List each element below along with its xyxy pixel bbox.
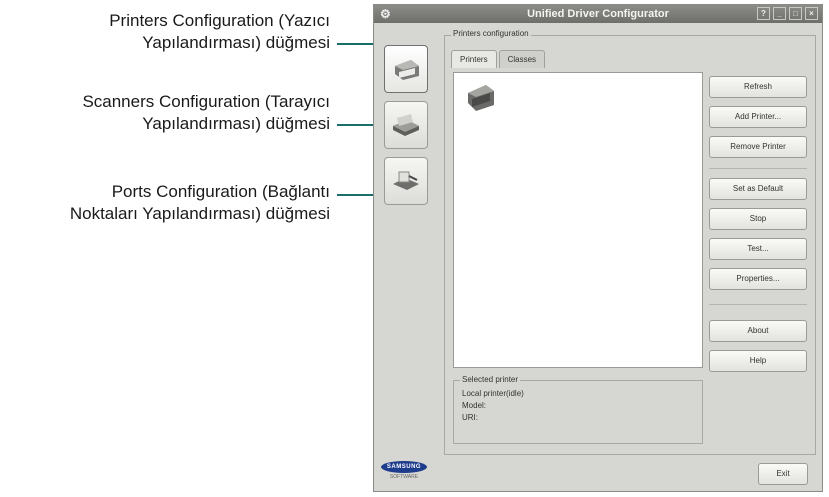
tab-printers[interactable]: Printers xyxy=(451,50,497,68)
remove-printer-button[interactable]: Remove Printer xyxy=(709,136,807,158)
maximize-button[interactable]: □ xyxy=(789,7,802,20)
tab-bar: Printers Classes xyxy=(451,50,547,68)
minimize-button[interactable]: _ xyxy=(773,7,786,20)
help-button[interactable]: Help xyxy=(709,350,807,372)
add-printer-button[interactable]: Add Printer... xyxy=(709,106,807,128)
annotation-scanners-line1: Scanners Configuration (Tarayıcı xyxy=(82,92,330,111)
printer-icon xyxy=(395,60,419,80)
divider xyxy=(709,168,807,169)
annotation-printers-line1: Printers Configuration (Yazıcı xyxy=(109,11,330,30)
about-button[interactable]: About xyxy=(709,320,807,342)
scanners-configuration-button[interactable] xyxy=(384,101,428,149)
selected-printer-label: Selected printer xyxy=(460,375,521,384)
brand-sub: SOFTWARE xyxy=(389,474,419,480)
annotation-ports: Ports Configuration (Bağlantı Noktaları … xyxy=(0,181,330,225)
annotation-printers-line2: Yapılandırması) düğmesi xyxy=(142,33,330,52)
selected-printer-status: Local printer(idle) xyxy=(462,389,524,398)
stop-button[interactable]: Stop xyxy=(709,208,807,230)
close-button[interactable]: × xyxy=(805,7,818,20)
window-title: Unified Driver Configurator xyxy=(527,8,669,20)
annotation-printers: Printers Configuration (Yazıcı Yapılandı… xyxy=(0,10,330,54)
properties-button[interactable]: Properties... xyxy=(709,268,807,290)
refresh-button[interactable]: Refresh xyxy=(709,76,807,98)
annotation-ports-line1: Ports Configuration (Bağlantı xyxy=(111,182,330,201)
printer-item-icon[interactable] xyxy=(464,81,498,115)
divider xyxy=(709,304,807,305)
selected-printer-uri: URI: xyxy=(462,413,478,422)
samsung-logo: SAMSUNG SOFTWARE xyxy=(378,461,430,480)
port-icon xyxy=(393,171,419,190)
exit-button[interactable]: Exit xyxy=(758,463,808,485)
left-panel xyxy=(380,35,438,455)
test-button[interactable]: Test... xyxy=(709,238,807,260)
selected-printer-model: Model: xyxy=(462,401,487,410)
tab-classes[interactable]: Classes xyxy=(498,50,546,68)
title-bar[interactable]: ⚙ Unified Driver Configurator ? _ □ × xyxy=(374,5,822,23)
annotation-scanners: Scanners Configuration (Tarayıcı Yapılan… xyxy=(0,91,330,135)
group-label: Printers configuration xyxy=(451,29,531,38)
configurator-window: ⚙ Unified Driver Configurator ? _ □ × SA… xyxy=(373,4,823,492)
ports-configuration-button[interactable] xyxy=(384,157,428,205)
brand-logo: SAMSUNG xyxy=(381,461,427,473)
window-controls: ? _ □ × xyxy=(757,7,818,20)
printer-list[interactable] xyxy=(453,72,703,368)
annotation-scanners-line2: Yapılandırması) düğmesi xyxy=(142,114,330,133)
annotation-ports-line2: Noktaları Yapılandırması) düğmesi xyxy=(69,204,330,223)
help-window-button[interactable]: ? xyxy=(757,7,770,20)
selected-printer-group: Selected printer Local printer(idle) Mod… xyxy=(453,375,703,444)
scanner-icon xyxy=(393,114,419,136)
printers-configuration-group: Printers configuration Printers Classes … xyxy=(444,29,816,455)
printers-configuration-button[interactable] xyxy=(384,45,428,93)
set-as-default-button[interactable]: Set as Default xyxy=(709,178,807,200)
